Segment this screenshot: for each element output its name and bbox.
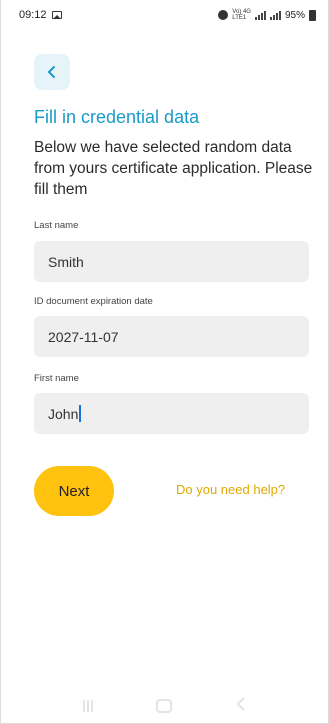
battery-percent: 95% xyxy=(284,9,305,21)
help-link[interactable]: Do you need help? xyxy=(176,482,285,497)
last-name-field[interactable]: Smith xyxy=(34,241,309,282)
last-name-value: Smith xyxy=(48,253,84,270)
home-icon[interactable] xyxy=(156,699,173,713)
chevron-left-icon xyxy=(48,66,55,78)
recents-icon[interactable] xyxy=(82,700,93,712)
page-description: Below we have selected random data from … xyxy=(34,139,313,198)
signal-icon xyxy=(254,10,266,20)
expiration-date-value: 2027-11-07 xyxy=(48,328,119,345)
system-nav-bar xyxy=(1,689,328,723)
expiration-date-field[interactable]: 2027-11-07 xyxy=(34,316,309,357)
text-cursor xyxy=(79,405,81,422)
next-button[interactable]: Next xyxy=(34,466,114,516)
first-name-label: First name xyxy=(34,373,79,384)
gallery-icon xyxy=(51,11,62,19)
app-screen: 09:12 Vo) 4G LTE1 95% Fill in credential … xyxy=(0,0,329,724)
page-title: Fill in credential data xyxy=(34,107,200,127)
network-type: Vo) 4G LTE1 xyxy=(232,9,251,21)
last-name-label: Last name xyxy=(34,220,79,231)
first-name-value: John xyxy=(48,405,79,422)
back-button[interactable] xyxy=(34,54,70,90)
first-name-field[interactable]: John xyxy=(34,393,309,434)
expiration-date-label: ID document expiration date xyxy=(34,296,153,307)
alarm-icon xyxy=(218,10,229,20)
signal-icon xyxy=(269,10,281,20)
nav-back-icon[interactable] xyxy=(236,696,246,716)
battery-icon xyxy=(309,9,316,21)
status-time: 09:12 xyxy=(19,9,47,21)
status-bar: 09:12 Vo) 4G LTE1 95% xyxy=(1,0,328,30)
